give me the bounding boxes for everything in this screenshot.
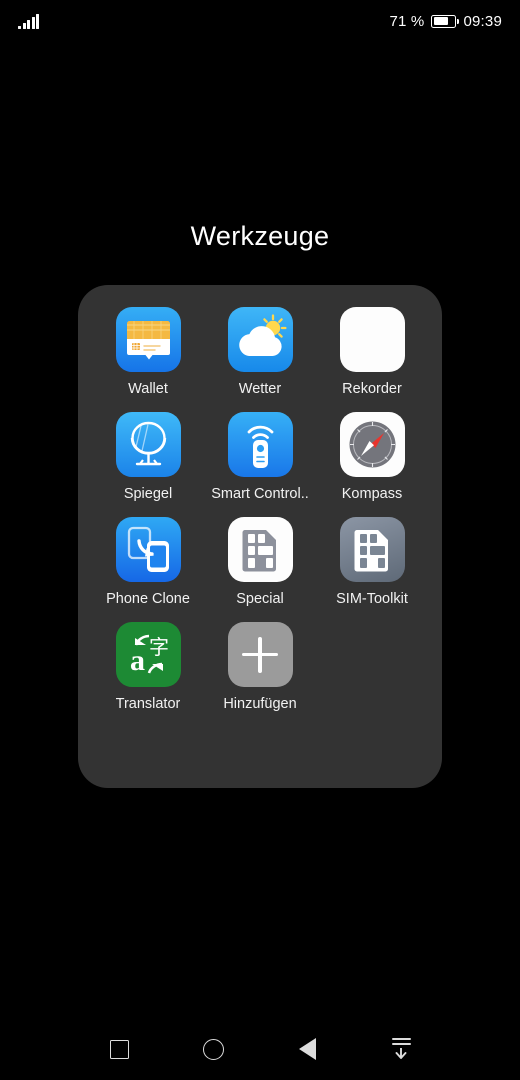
recorder-icon[interactable] [339, 307, 405, 372]
folder-title: Werkzeuge [190, 221, 330, 251]
status-bar-left [18, 13, 39, 29]
status-bar-right: 71 % 09:39 [389, 13, 502, 30]
add-plus-icon[interactable] [227, 622, 293, 687]
mirror-icon[interactable] [115, 412, 181, 477]
app-label: Special [236, 591, 284, 607]
app-grid: Wallet Wetter Rekorder Spiegel Smart Con… [92, 307, 428, 712]
clock-label: 09:39 [463, 12, 502, 30]
battery-percent-label: 71 % [389, 12, 425, 30]
app-label: Spiegel [123, 486, 173, 502]
smart-control-icon[interactable] [227, 412, 293, 477]
app-label: Wetter [238, 381, 282, 397]
home-circle-icon[interactable] [193, 1029, 233, 1069]
status-bar: 71 % 09:39 [0, 0, 520, 42]
app-label: Smart Control.. [211, 486, 309, 502]
phone-screen: 71 % 09:39 Werkzeuge Wallet Wetter Rekor… [0, 0, 520, 1080]
app-item-phone-clone[interactable]: Phone Clone [92, 517, 204, 607]
wallet-icon[interactable] [115, 307, 181, 372]
app-item-hinzuf-gen[interactable]: Hinzufügen [204, 622, 316, 712]
app-item-translator[interactable]: a 字 Translator [92, 622, 204, 712]
app-label: Phone Clone [106, 591, 190, 607]
svg-text:字: 字 [149, 635, 169, 659]
sim-card-icon[interactable] [227, 517, 293, 582]
battery-icon [431, 14, 460, 28]
app-item-spiegel[interactable]: Spiegel [92, 412, 204, 502]
app-label: Translator [115, 696, 181, 712]
app-item-special[interactable]: Special [204, 517, 316, 607]
app-item-wallet[interactable]: Wallet [92, 307, 204, 397]
navigation-bar [0, 1018, 520, 1080]
translator-icon[interactable]: a 字 [115, 622, 181, 687]
compass-icon[interactable] [339, 412, 405, 477]
hide-navbar-icon[interactable] [381, 1029, 421, 1069]
signal-bars-icon [18, 13, 39, 29]
app-label: Wallet [128, 381, 168, 397]
app-item-rekorder[interactable]: Rekorder [316, 307, 428, 397]
svg-text:a: a [130, 644, 145, 677]
recents-square-icon[interactable] [99, 1029, 139, 1069]
app-item-wetter[interactable]: Wetter [204, 307, 316, 397]
back-triangle-icon[interactable] [287, 1029, 327, 1069]
app-label: Hinzufügen [223, 696, 297, 712]
folder-panel: Wallet Wetter Rekorder Spiegel Smart Con… [78, 285, 442, 788]
battery-fill [433, 16, 449, 26]
app-label: SIM-Toolkit [336, 591, 408, 607]
sim-toolkit-icon[interactable] [339, 517, 405, 582]
app-label: Kompass [341, 486, 403, 502]
phone-clone-icon[interactable] [115, 517, 181, 582]
app-item-kompass[interactable]: Kompass [316, 412, 428, 502]
app-item-smart-control[interactable]: Smart Control.. [204, 412, 316, 502]
app-label: Rekorder [342, 381, 402, 397]
weather-icon[interactable] [227, 307, 293, 372]
app-item-sim-toolkit[interactable]: SIM-Toolkit [316, 517, 428, 607]
